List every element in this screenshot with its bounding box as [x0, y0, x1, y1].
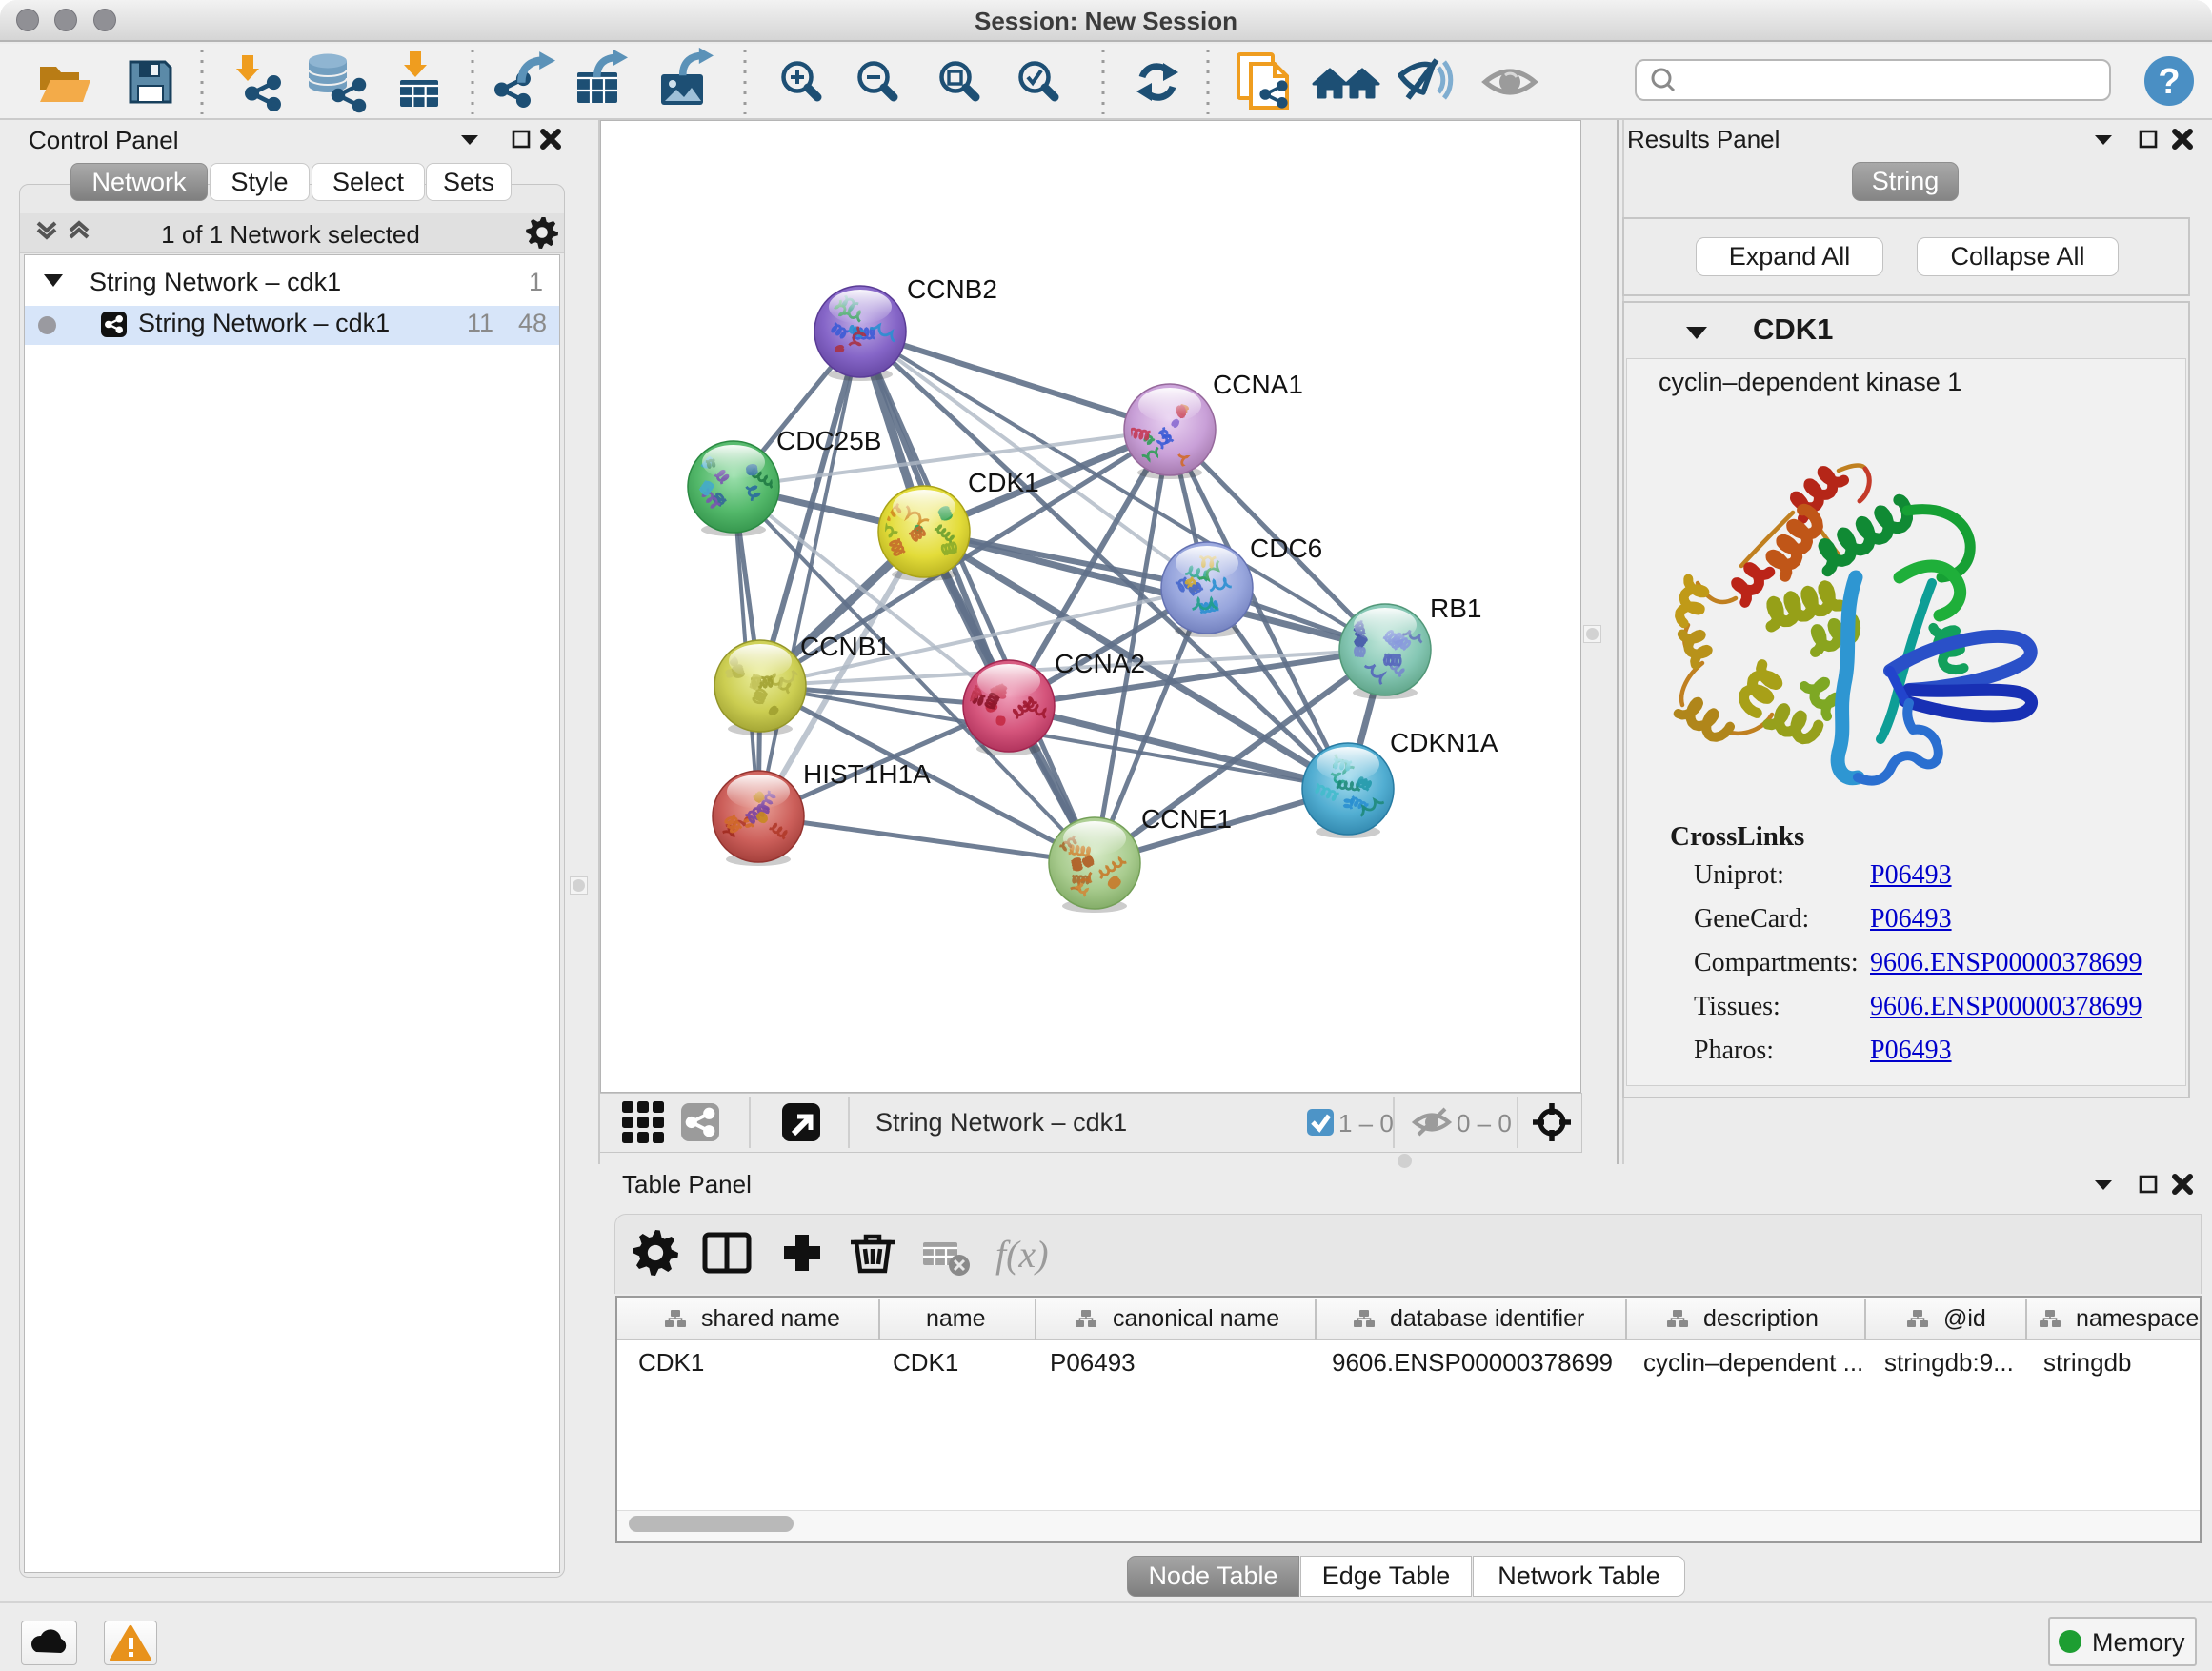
- svg-text:CDC25B: CDC25B: [776, 426, 881, 455]
- svg-text:CCNB2: CCNB2: [907, 274, 997, 304]
- svg-text:CCNE1: CCNE1: [1141, 804, 1232, 834]
- svg-text:CDC6: CDC6: [1250, 534, 1322, 563]
- svg-text:RB1: RB1: [1430, 594, 1481, 623]
- svg-text:?: ?: [2158, 62, 2180, 102]
- svg-text:CDKN1A: CDKN1A: [1390, 728, 1498, 757]
- svg-text:f(x): f(x): [995, 1233, 1049, 1276]
- svg-text:HIST1H1A: HIST1H1A: [803, 759, 931, 789]
- svg-text:CCNA1: CCNA1: [1213, 370, 1303, 399]
- svg-text:CCNB1: CCNB1: [800, 632, 891, 661]
- svg-text:CCNA2: CCNA2: [1055, 649, 1145, 678]
- svg-text:CDK1: CDK1: [968, 468, 1039, 497]
